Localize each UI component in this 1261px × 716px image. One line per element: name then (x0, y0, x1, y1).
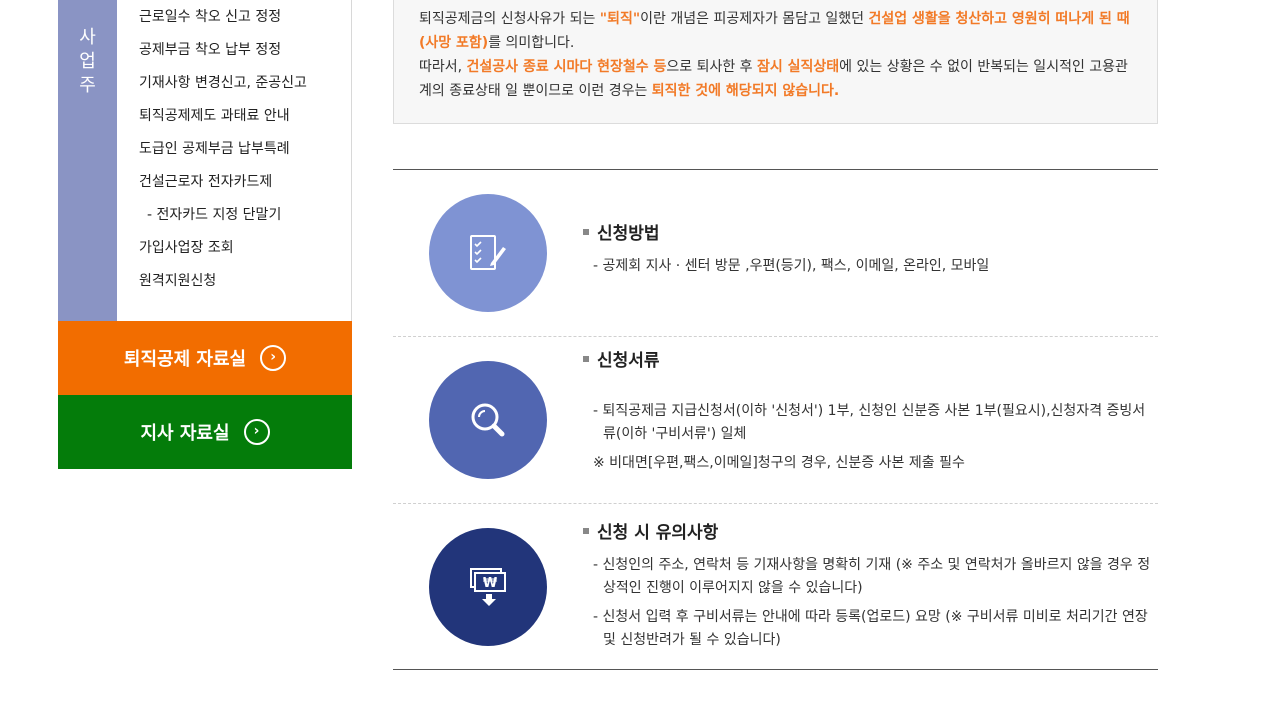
notice-text: 를 의미합니다. (488, 35, 575, 51)
notice-text: 퇴직공제금의 신청사유가 되는 (419, 11, 600, 27)
sidebar-item-workplace-search[interactable]: 가입사업장 조회 (139, 237, 234, 257)
section-divider (393, 503, 1158, 504)
notice-highlight: 잠시 실직상태 (757, 59, 840, 75)
chevron-right-icon: › (260, 345, 287, 371)
svg-text:₩: ₩ (483, 576, 498, 591)
magnifier-icon (429, 361, 547, 479)
notice-text: 이란 개념은 피공제자가 몸담고 일했던 (640, 11, 869, 27)
section-title-documents: 신청서류 (583, 346, 660, 371)
caution-line: - 신청서 입력 후 구비서류는 안내에 따라 등록(업로드) 요망 (※ 구비… (593, 609, 1148, 648)
checklist-pen-icon (429, 194, 547, 312)
sidebar-item-contractor-payment[interactable]: 도급인 공제부금 납부특례 (139, 138, 290, 158)
won-bill-download-icon: ₩ (429, 528, 547, 646)
notice-highlight: 건설공사 종료 시마다 현장철수 등 (466, 59, 667, 75)
method-line: - 공제회 지사 · 센터 방문 ,우편(등기), 팩스, 이메일, 온라인, … (593, 258, 990, 274)
retirement-definition-notice: 퇴직공제금의 신청사유가 되는 "퇴직"이란 개념은 피공제자가 몸담고 일했던… (393, 0, 1158, 124)
section-body-caution: - 신청인의 주소, 연락처 등 기재사항을 명확히 기재 (※ 주소 및 연락… (593, 554, 1158, 652)
notice-text: 따라서, (419, 59, 467, 75)
section-top-divider (393, 169, 1158, 170)
chevron-right-icon: › (243, 419, 270, 445)
section-title-method: 신청방법 (583, 219, 660, 244)
section-bottom-divider (393, 669, 1158, 670)
sidebar-item-e-card[interactable]: 건설근로자 전자카드제 (139, 171, 272, 191)
sidebar-menu: 근로일수 착오 신고 정정 공제부금 착오 납부 정정 기재사항 변경신고, 준… (117, 0, 352, 321)
sidebar-item-e-card-terminal[interactable]: - 전자카드 지정 단말기 (147, 204, 281, 224)
sidebar-item-payment-correction[interactable]: 공제부금 착오 납부 정정 (139, 39, 281, 59)
notice-highlight: "퇴직" (599, 11, 641, 27)
resources-button-label: 퇴직공제 자료실 (123, 349, 247, 370)
sidebar-item-workday-correction[interactable]: 근로일수 착오 신고 정정 (139, 6, 281, 26)
section-body-documents: - 퇴직공제금 지급신청서(이하 '신청서') 1부, 신청인 신분증 사본 1… (593, 400, 1158, 475)
resources-button[interactable]: 퇴직공제 자료실 › (58, 321, 352, 395)
notice-highlight: 퇴직한 것에 해당되지 않습니다. (651, 83, 840, 99)
section-title-caution: 신청 시 유의사항 (583, 518, 718, 543)
sidebar-category-label: 사 업 주 (79, 27, 96, 96)
branch-resources-button-label: 지사 자료실 (140, 423, 230, 444)
documents-line: - 퇴직공제금 지급신청서(이하 '신청서') 1부, 신청인 신분증 사본 1… (593, 403, 1146, 442)
section-divider (393, 336, 1158, 337)
notice-text: 으로 퇴사한 후 (666, 59, 758, 75)
notice-paragraph-2: 따라서, 건설공사 종료 시마다 현장철수 등으로 퇴사한 후 잠시 실직상태에… (419, 55, 1133, 103)
sidebar-item-fine-guide[interactable]: 퇴직공제제도 과태료 안내 (139, 105, 290, 125)
notice-paragraph-1: 퇴직공제금의 신청사유가 되는 "퇴직"이란 개념은 피공제자가 몸담고 일했던… (419, 7, 1133, 55)
documents-note: ※ 비대면[우편,팩스,이메일]청구의 경우, 신분증 사본 제출 필수 (593, 455, 965, 471)
branch-resources-button[interactable]: 지사 자료실 › (58, 395, 352, 469)
sidebar-item-remote-support[interactable]: 원격지원신청 (139, 270, 216, 290)
sidebar-item-change-report[interactable]: 기재사항 변경신고, 준공신고 (139, 72, 307, 92)
section-body-method: - 공제회 지사 · 센터 방문 ,우편(등기), 팩스, 이메일, 온라인, … (593, 255, 1158, 278)
caution-line: - 신청인의 주소, 연락처 등 기재사항을 명확히 기재 (※ 주소 및 연락… (593, 557, 1151, 596)
sidebar-category-tab: 사 업 주 (58, 0, 117, 321)
